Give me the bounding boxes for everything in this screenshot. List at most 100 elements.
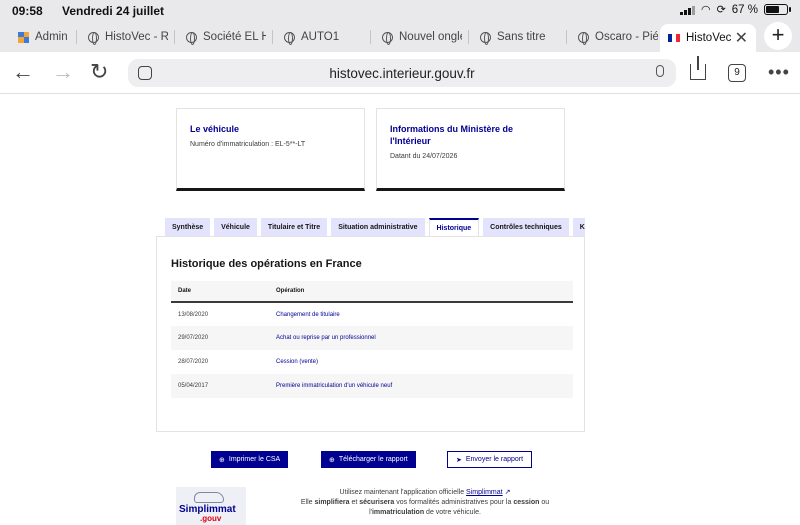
tab-nouvel-onglet[interactable]: Nouvel ongle: [374, 24, 462, 50]
table-row: 13/08/2020 Changement de titulaire: [171, 302, 573, 326]
tab-synthese[interactable]: Synthèse: [165, 218, 211, 236]
status-date: Vendredi 24 juillet: [62, 4, 165, 18]
browser-toolbar: ← → ↻ histovec.interieur.gouv.fr 9 •••: [0, 52, 800, 94]
row-date: 28/07/2020: [178, 359, 209, 365]
tab-label: Sans titre: [497, 31, 546, 43]
tab-divider: [174, 30, 175, 44]
promo-text: Elle: [300, 499, 315, 506]
promo-line-2: Elle simplifiera et sécurisera vos forma…: [270, 498, 580, 508]
tab-kilometrage[interactable]: Kil: [572, 218, 585, 236]
forward-arrow-icon[interactable]: →: [52, 61, 74, 83]
history-table: Date Opération 13/08/2020 Changement de …: [171, 281, 573, 398]
tab-titulaire[interactable]: Titulaire et Titre: [260, 218, 328, 236]
globe-icon: [284, 31, 295, 45]
status-indicators: ◠ ⟳ 67 %: [679, 3, 791, 16]
tab-strip: Admin HistoVec - R Société EL H AUTO1 No…: [0, 24, 800, 52]
tab-label: HistoVec - R: [105, 31, 168, 43]
download-icon: ⊕: [329, 456, 335, 464]
back-arrow-icon[interactable]: ←: [12, 61, 34, 83]
tab-label: Oscaro - Pié: [595, 31, 658, 43]
simplimmat-link[interactable]: Simplimmat: [466, 489, 503, 496]
more-menu-icon[interactable]: •••: [768, 62, 790, 83]
ministry-card-title: Informations du Ministère de l'Intérieur: [390, 124, 514, 146]
promo-text: Utilisez maintenant l'application offici…: [339, 489, 467, 496]
promo-bold: sécurisera: [359, 499, 395, 506]
tab-switcher-button[interactable]: 9: [728, 64, 746, 82]
globe-icon: [382, 31, 393, 45]
new-tab-button[interactable]: +: [764, 22, 792, 50]
table-header-row: Date Opération: [171, 281, 573, 303]
tab-divider: [272, 30, 273, 44]
tab-divider: [76, 30, 77, 44]
print-csa-label: Imprimer le CSA: [228, 456, 281, 463]
orientation-lock-icon: ⟳: [716, 4, 726, 16]
tab-label: HistoVec: [686, 32, 732, 44]
tab-divider: [468, 30, 469, 44]
tab-label: AUTO1: [301, 31, 340, 43]
globe-icon: [480, 31, 491, 45]
promo-bold: immatriculation: [371, 509, 425, 516]
tab-societe[interactable]: Société EL H: [178, 24, 266, 50]
promo-line-3: l'immatriculation de votre véhicule.: [270, 508, 580, 518]
url-text: histovec.interieur.gouv.fr: [329, 66, 475, 81]
tab-oscaro[interactable]: Oscaro - Pié: [570, 24, 658, 50]
promo-bold: cession: [513, 499, 540, 506]
tab-controles-techniques[interactable]: Contrôles techniques: [483, 218, 569, 236]
column-header-operation: Opération: [269, 281, 573, 303]
promo-line-1: Utilisez maintenant l'application offici…: [270, 488, 580, 498]
history-title: Historique des opérations en France: [171, 258, 362, 270]
tab-histovec-r[interactable]: HistoVec - R: [80, 24, 168, 50]
tab-label: Nouvel ongle: [399, 31, 462, 43]
car-icon: [194, 492, 224, 503]
row-operation: Changement de titulaire: [276, 311, 340, 318]
download-report-button[interactable]: ⊕ Télécharger le rapport: [321, 451, 416, 468]
print-icon: ⊕: [219, 456, 225, 464]
vehicle-card: Le véhicule Numéro d'immatriculation : E…: [176, 108, 365, 191]
send-report-label: Envoyer le rapport: [465, 456, 524, 463]
tab-divider: [566, 30, 567, 44]
share-icon[interactable]: [690, 56, 706, 80]
cellular-signal-icon: [679, 5, 695, 15]
vehicle-card-plate: Numéro d'immatriculation : EL-5**-LT: [190, 141, 306, 148]
reload-icon[interactable]: ↻: [90, 61, 108, 83]
tab-label: Société EL H: [203, 31, 266, 43]
table-row: 29/07/2020 Achat ou reprise par un profe…: [171, 326, 573, 350]
simplimmat-logo[interactable]: Simplimmat .gouv: [176, 487, 246, 525]
microphone-icon[interactable]: [656, 65, 664, 77]
status-time: 09:58: [12, 4, 43, 18]
ministry-card: Informations du Ministère de l'Intérieur…: [376, 108, 565, 191]
tab-historique[interactable]: Historique: [428, 218, 480, 236]
globe-icon: [186, 31, 197, 45]
row-date: 05/04/2017: [171, 374, 269, 398]
promo-text: vos formalités administratives pour la: [394, 499, 514, 506]
external-link-icon: ↗: [504, 489, 511, 496]
tab-situation-administrative[interactable]: Situation administrative: [331, 218, 425, 236]
row-date: 29/07/2020: [171, 326, 269, 350]
status-bar: 09:58 Vendredi 24 juillet ◠ ⟳ 67 %: [0, 0, 800, 22]
tab-label: Admin: [35, 31, 68, 43]
simplimmat-logo-sub: .gouv: [200, 514, 222, 523]
tab-admin[interactable]: Admin: [10, 24, 72, 50]
page-content: Le véhicule Numéro d'immatriculation : E…: [0, 95, 800, 525]
download-report-label: Télécharger le rapport: [338, 456, 408, 463]
vehicle-card-title: Le véhicule: [190, 124, 240, 134]
close-tab-icon[interactable]: ✕: [735, 28, 748, 48]
report-tabs: Synthèse Véhicule Titulaire et Titre Sit…: [165, 218, 585, 236]
tab-histovec-active[interactable]: HistoVec ✕: [660, 24, 756, 52]
globe-icon: [88, 31, 99, 45]
address-bar[interactable]: histovec.interieur.gouv.fr: [128, 59, 676, 87]
battery-icon: [764, 4, 791, 15]
tab-divider: [370, 30, 371, 44]
promo-text: de votre véhicule.: [424, 509, 481, 516]
tab-auto1[interactable]: AUTO1: [276, 24, 364, 50]
tab-sans-titre[interactable]: Sans titre: [472, 24, 560, 50]
send-report-button[interactable]: ➤ Envoyer le rapport: [447, 451, 533, 468]
tab-vehicule[interactable]: Véhicule: [214, 218, 257, 236]
row-operation: Cession (vente): [276, 359, 319, 365]
history-panel: Historique des opérations en France Date…: [156, 236, 585, 432]
globe-icon: [578, 31, 589, 45]
simplimmat-promo: Utilisez maintenant l'application offici…: [270, 488, 580, 518]
ministry-card-date: Datant du 24/07/2026: [390, 153, 458, 160]
browser-chrome: 09:58 Vendredi 24 juillet ◠ ⟳ 67 % Admin…: [0, 0, 800, 52]
print-csa-button[interactable]: ⊕ Imprimer le CSA: [211, 451, 289, 468]
